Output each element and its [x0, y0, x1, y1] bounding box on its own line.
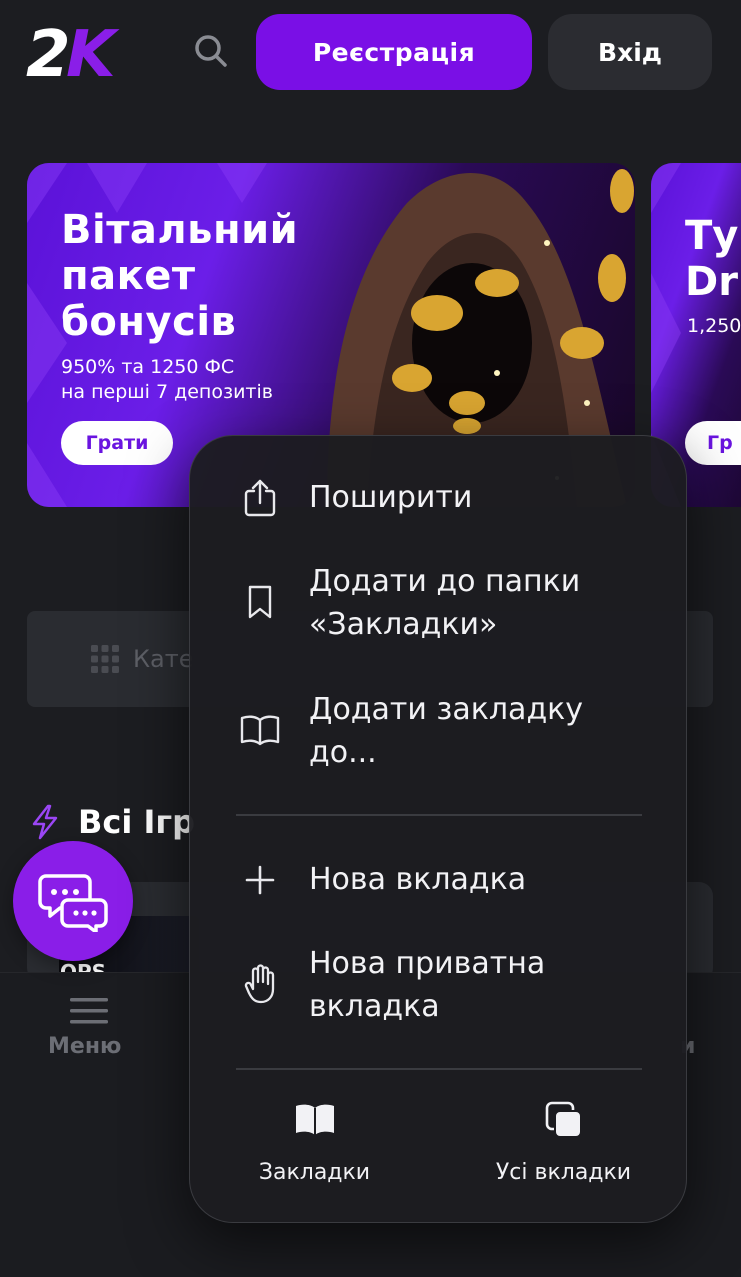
menu-divider — [236, 1068, 642, 1070]
site-header: 2 K Реєстрація Вхід — [0, 0, 741, 110]
nav-menu-label[interactable]: Меню — [48, 1034, 121, 1059]
menu-item-label: Поширити — [309, 480, 473, 515]
bookmarks-book-icon — [293, 1098, 337, 1142]
hamburger-menu-icon[interactable] — [70, 996, 108, 1026]
banner-play-button[interactable]: Гр — [685, 421, 741, 465]
search-button[interactable] — [190, 30, 232, 72]
menu-footer-bookmarks[interactable]: Закладки — [190, 1076, 439, 1196]
menu-item-label: Додати закладку до... — [309, 692, 584, 770]
browser-context-menu: Поширити Додати до папки «Закладки» Дода… — [189, 435, 687, 1223]
banner-subtitle: 950% та 1250 ФС на перші 7 депозитів — [61, 356, 273, 403]
category-label: Кате — [133, 645, 194, 673]
menu-item-share[interactable]: Поширити — [190, 474, 686, 524]
menu-item-add-to-bookmarks[interactable]: Додати до папки «Закладки» — [190, 560, 686, 652]
banner-title: Ту Dr — [685, 213, 739, 305]
menu-footer-label: Закладки — [258, 1160, 371, 1185]
hand-icon — [240, 964, 280, 1004]
menu-item-new-private-tab[interactable]: Нова приватна вкладка — [190, 942, 686, 1034]
svg-text:K: K — [66, 22, 120, 80]
menu-item-add-bookmark-to[interactable]: Додати закладку до... — [190, 688, 686, 780]
svg-text:2: 2 — [26, 22, 71, 80]
lightning-icon — [32, 804, 58, 840]
banner-subtitle: 1,250 — [687, 315, 741, 337]
plus-icon — [240, 860, 280, 900]
login-button[interactable]: Вхід — [548, 14, 712, 90]
banner-play-button[interactable]: Грати — [61, 421, 173, 465]
section-title: Всі Ігр — [78, 803, 195, 841]
bookmark-icon — [240, 582, 280, 622]
tabs-icon — [542, 1098, 586, 1142]
menu-item-label: Додати до папки «Закладки» — [309, 564, 581, 642]
register-button[interactable]: Реєстрація — [256, 14, 532, 90]
banner-title: Вітальний пакет бонусів — [61, 207, 299, 345]
brand-logo[interactable]: 2 K — [26, 22, 138, 80]
chat-bubbles-icon — [38, 874, 108, 932]
share-icon — [240, 478, 280, 518]
menu-footer-label: Усі вкладки — [495, 1160, 632, 1185]
section-heading: Всі Ігр — [30, 800, 195, 844]
grid-icon — [91, 645, 119, 673]
chat-support-button[interactable] — [13, 841, 133, 961]
menu-item-new-tab[interactable]: Нова вкладка — [190, 856, 686, 906]
menu-item-label: Нова приватна вкладка — [309, 946, 546, 1024]
menu-divider — [236, 814, 642, 816]
menu-footer-all-tabs[interactable]: Усі вкладки — [439, 1076, 686, 1196]
search-icon — [195, 35, 227, 67]
menu-item-label: Нова вкладка — [309, 862, 527, 897]
book-open-icon — [240, 710, 280, 750]
